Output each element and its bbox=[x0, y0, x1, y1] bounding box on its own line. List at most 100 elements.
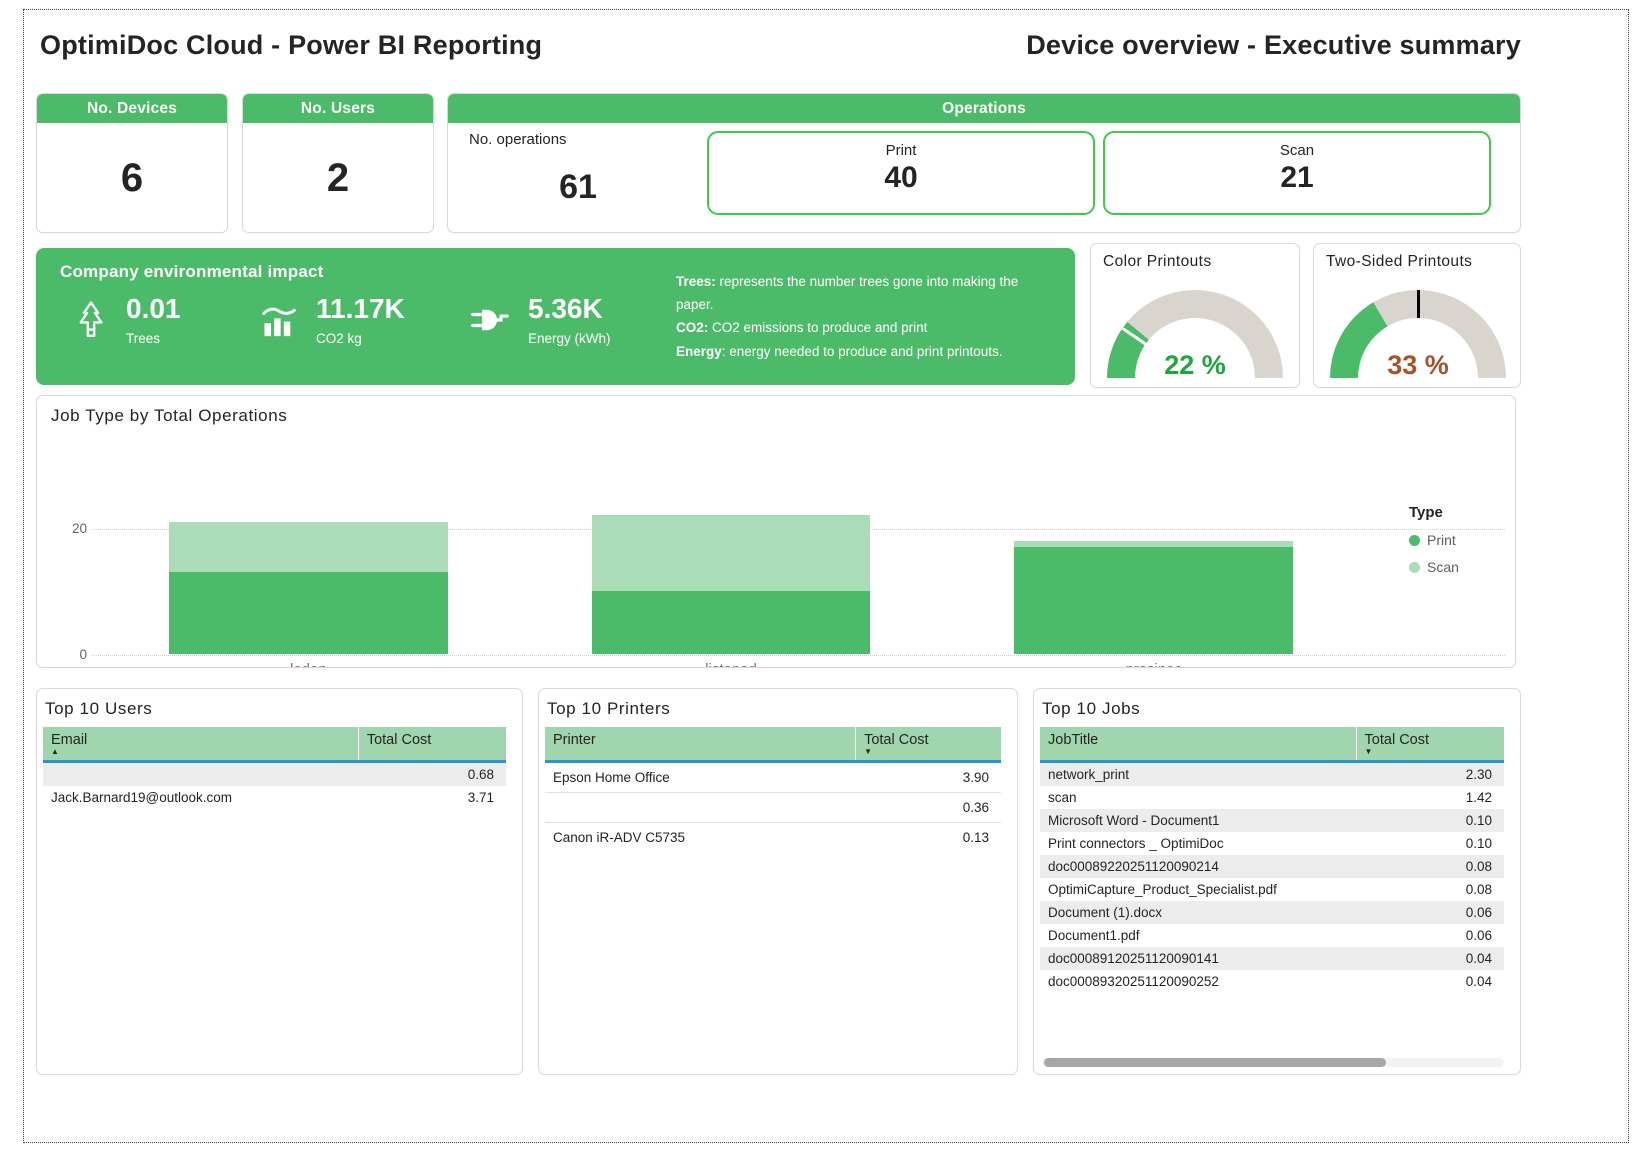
environmental-impact-description: Trees: represents the number trees gone … bbox=[676, 270, 1044, 363]
jobtitle-column-header[interactable]: JobTitle bbox=[1040, 727, 1356, 760]
desc-energy-text: : energy needed to produce and print pri… bbox=[722, 344, 1003, 359]
table-row[interactable]: 0.36 bbox=[545, 793, 1001, 823]
scan-label: Scan bbox=[1105, 142, 1489, 159]
scan-segment[interactable] bbox=[169, 522, 448, 572]
table-row[interactable]: doc000892202511200902140.08 bbox=[1040, 855, 1504, 878]
total-cost-column-header[interactable]: Total Cost ▼ bbox=[1356, 727, 1504, 760]
desc-energy-term: Energy bbox=[676, 344, 722, 359]
no-operations-value: 61 bbox=[488, 168, 668, 207]
scan-segment[interactable] bbox=[592, 515, 871, 591]
stacked-bar[interactable] bbox=[1014, 541, 1293, 654]
top-jobs-panel: Top 10 Jobs JobTitle Total Cost ▼ networ… bbox=[1033, 688, 1521, 1075]
x-axis-label: listopad bbox=[520, 661, 943, 668]
energy-value: 5.36K bbox=[528, 294, 611, 325]
stacked-bar[interactable] bbox=[169, 522, 448, 654]
table-row[interactable]: Print connectors _ OptimiDoc0.10 bbox=[1040, 832, 1504, 855]
table-row[interactable]: network_print2.30 bbox=[1040, 763, 1504, 786]
horizontal-scrollbar-track[interactable] bbox=[1042, 1058, 1504, 1067]
total-cost-column-header[interactable]: Total Cost ▼ bbox=[855, 727, 1001, 760]
legend-item-print[interactable]: Print bbox=[1409, 532, 1501, 548]
total-cost-column-header[interactable]: Total Cost bbox=[358, 727, 506, 760]
bar-column-listopad: listopad bbox=[520, 416, 943, 654]
kpi-operations-header: Operations bbox=[448, 94, 1520, 123]
desc-trees-term: Trees: bbox=[676, 274, 716, 289]
table-row[interactable]: doc000893202511200902520.04 bbox=[1040, 970, 1504, 993]
desc-trees-text: represents the number trees gone into ma… bbox=[676, 274, 1018, 312]
co2-chart-icon bbox=[258, 299, 300, 341]
table-row[interactable]: OptimiCapture_Product_Specialist.pdf0.08 bbox=[1040, 878, 1504, 901]
chart-plot-area: leden listopad prosinec bbox=[97, 416, 1365, 654]
sort-descending-icon: ▼ bbox=[1365, 748, 1504, 757]
print-operations-box[interactable]: Print 40 bbox=[707, 131, 1095, 215]
tree-icon bbox=[72, 299, 110, 341]
kpi-card-devices: No. Devices 6 bbox=[36, 93, 228, 233]
energy-metric: 5.36K Energy (kWh) bbox=[468, 294, 611, 346]
dashboard-page: OptimiDoc Cloud - Power BI Reporting Dev… bbox=[0, 0, 1652, 1150]
scan-value: 21 bbox=[1105, 161, 1489, 195]
chart-legend: Type Print Scan bbox=[1409, 504, 1501, 575]
co2-metric: 11.17K CO2 kg bbox=[258, 294, 405, 346]
legend-item-scan[interactable]: Scan bbox=[1409, 559, 1501, 575]
table-row[interactable]: scan1.42 bbox=[1040, 786, 1504, 809]
two-sided-printouts-title: Two-Sided Printouts bbox=[1326, 253, 1472, 271]
table-header-row: Email ▲ Total Cost bbox=[43, 727, 506, 763]
color-printouts-value: 22 % bbox=[1107, 350, 1283, 378]
print-value: 40 bbox=[709, 161, 1093, 195]
print-segment[interactable] bbox=[169, 572, 448, 654]
kpi-card-operations: Operations No. operations 61 Print 40 Sc… bbox=[447, 93, 1521, 233]
legend-label-scan: Scan bbox=[1427, 559, 1459, 575]
table-row[interactable]: Document (1).docx0.06 bbox=[1040, 901, 1504, 924]
kpi-users-header: No. Users bbox=[243, 94, 433, 123]
table-header-row: JobTitle Total Cost ▼ bbox=[1040, 727, 1504, 763]
y-axis-tick-20: 20 bbox=[47, 521, 87, 536]
report-title: OptimiDoc Cloud - Power BI Reporting bbox=[40, 30, 542, 61]
top-jobs-title: Top 10 Jobs bbox=[1042, 699, 1520, 719]
x-axis-label: prosinec bbox=[942, 661, 1365, 668]
horizontal-scrollbar-thumb[interactable] bbox=[1044, 1058, 1386, 1067]
top-jobs-table: JobTitle Total Cost ▼ network_print2.30 … bbox=[1040, 727, 1504, 993]
bar-column-leden: leden bbox=[97, 416, 520, 654]
printer-column-header[interactable]: Printer bbox=[545, 727, 855, 760]
top-users-panel: Top 10 Users Email ▲ Total Cost 0.68 Jac… bbox=[36, 688, 523, 1075]
top-printers-title: Top 10 Printers bbox=[547, 699, 1017, 719]
kpi-card-users: No. Users 2 bbox=[242, 93, 434, 233]
trees-metric: 0.01 Trees bbox=[72, 294, 181, 346]
color-printouts-title: Color Printouts bbox=[1103, 253, 1212, 271]
environmental-impact-panel: Company environmental impact 0.01 Trees bbox=[36, 248, 1075, 385]
top-printers-table: Printer Total Cost ▼ Epson Home Office 3… bbox=[545, 727, 1001, 852]
print-segment[interactable] bbox=[1014, 547, 1293, 654]
desc-co2-text: CO2 emissions to produce and print bbox=[708, 320, 927, 335]
legend-title: Type bbox=[1409, 504, 1501, 521]
stacked-bar[interactable] bbox=[592, 515, 871, 654]
scan-operations-box[interactable]: Scan 21 bbox=[1103, 131, 1491, 215]
print-segment[interactable] bbox=[592, 591, 871, 654]
kpi-users-value: 2 bbox=[243, 156, 433, 201]
trees-value: 0.01 bbox=[126, 294, 181, 325]
table-header-row: Printer Total Cost ▼ bbox=[545, 727, 1001, 763]
two-sided-printouts-gauge: 33 % bbox=[1330, 290, 1506, 378]
page-subtitle: Device overview - Executive summary bbox=[800, 30, 1521, 61]
no-operations-label: No. operations bbox=[469, 131, 567, 148]
print-legend-dot bbox=[1409, 535, 1420, 546]
kpi-devices-value: 6 bbox=[37, 156, 227, 201]
print-label: Print bbox=[709, 142, 1093, 159]
scan-legend-dot bbox=[1409, 562, 1420, 573]
desc-co2-term: CO2: bbox=[676, 320, 708, 335]
table-row[interactable]: Microsoft Word - Document10.10 bbox=[1040, 809, 1504, 832]
energy-label: Energy (kWh) bbox=[528, 331, 611, 346]
top-users-table: Email ▲ Total Cost 0.68 Jack.Barnard19@o… bbox=[43, 727, 506, 809]
plug-icon bbox=[468, 300, 512, 340]
table-row[interactable]: Canon iR-ADV C5735 0.13 bbox=[545, 823, 1001, 852]
bar-column-prosinec: prosinec bbox=[942, 416, 1365, 654]
table-row[interactable]: 0.68 bbox=[43, 763, 506, 786]
top-users-title: Top 10 Users bbox=[45, 699, 522, 719]
email-column-header[interactable]: Email ▲ bbox=[43, 727, 358, 760]
top-printers-panel: Top 10 Printers Printer Total Cost ▼ Eps… bbox=[538, 688, 1018, 1075]
table-row[interactable]: Document1.pdf0.06 bbox=[1040, 924, 1504, 947]
kpi-devices-header: No. Devices bbox=[37, 94, 227, 123]
gridline-0 bbox=[92, 655, 1505, 656]
table-row[interactable]: Epson Home Office 3.90 bbox=[545, 763, 1001, 793]
table-row[interactable]: doc000891202511200901410.04 bbox=[1040, 947, 1504, 970]
table-row[interactable]: Jack.Barnard19@outlook.com 3.71 bbox=[43, 786, 506, 809]
job-type-chart-panel: Job Type by Total Operations 20 0 leden … bbox=[36, 395, 1516, 668]
